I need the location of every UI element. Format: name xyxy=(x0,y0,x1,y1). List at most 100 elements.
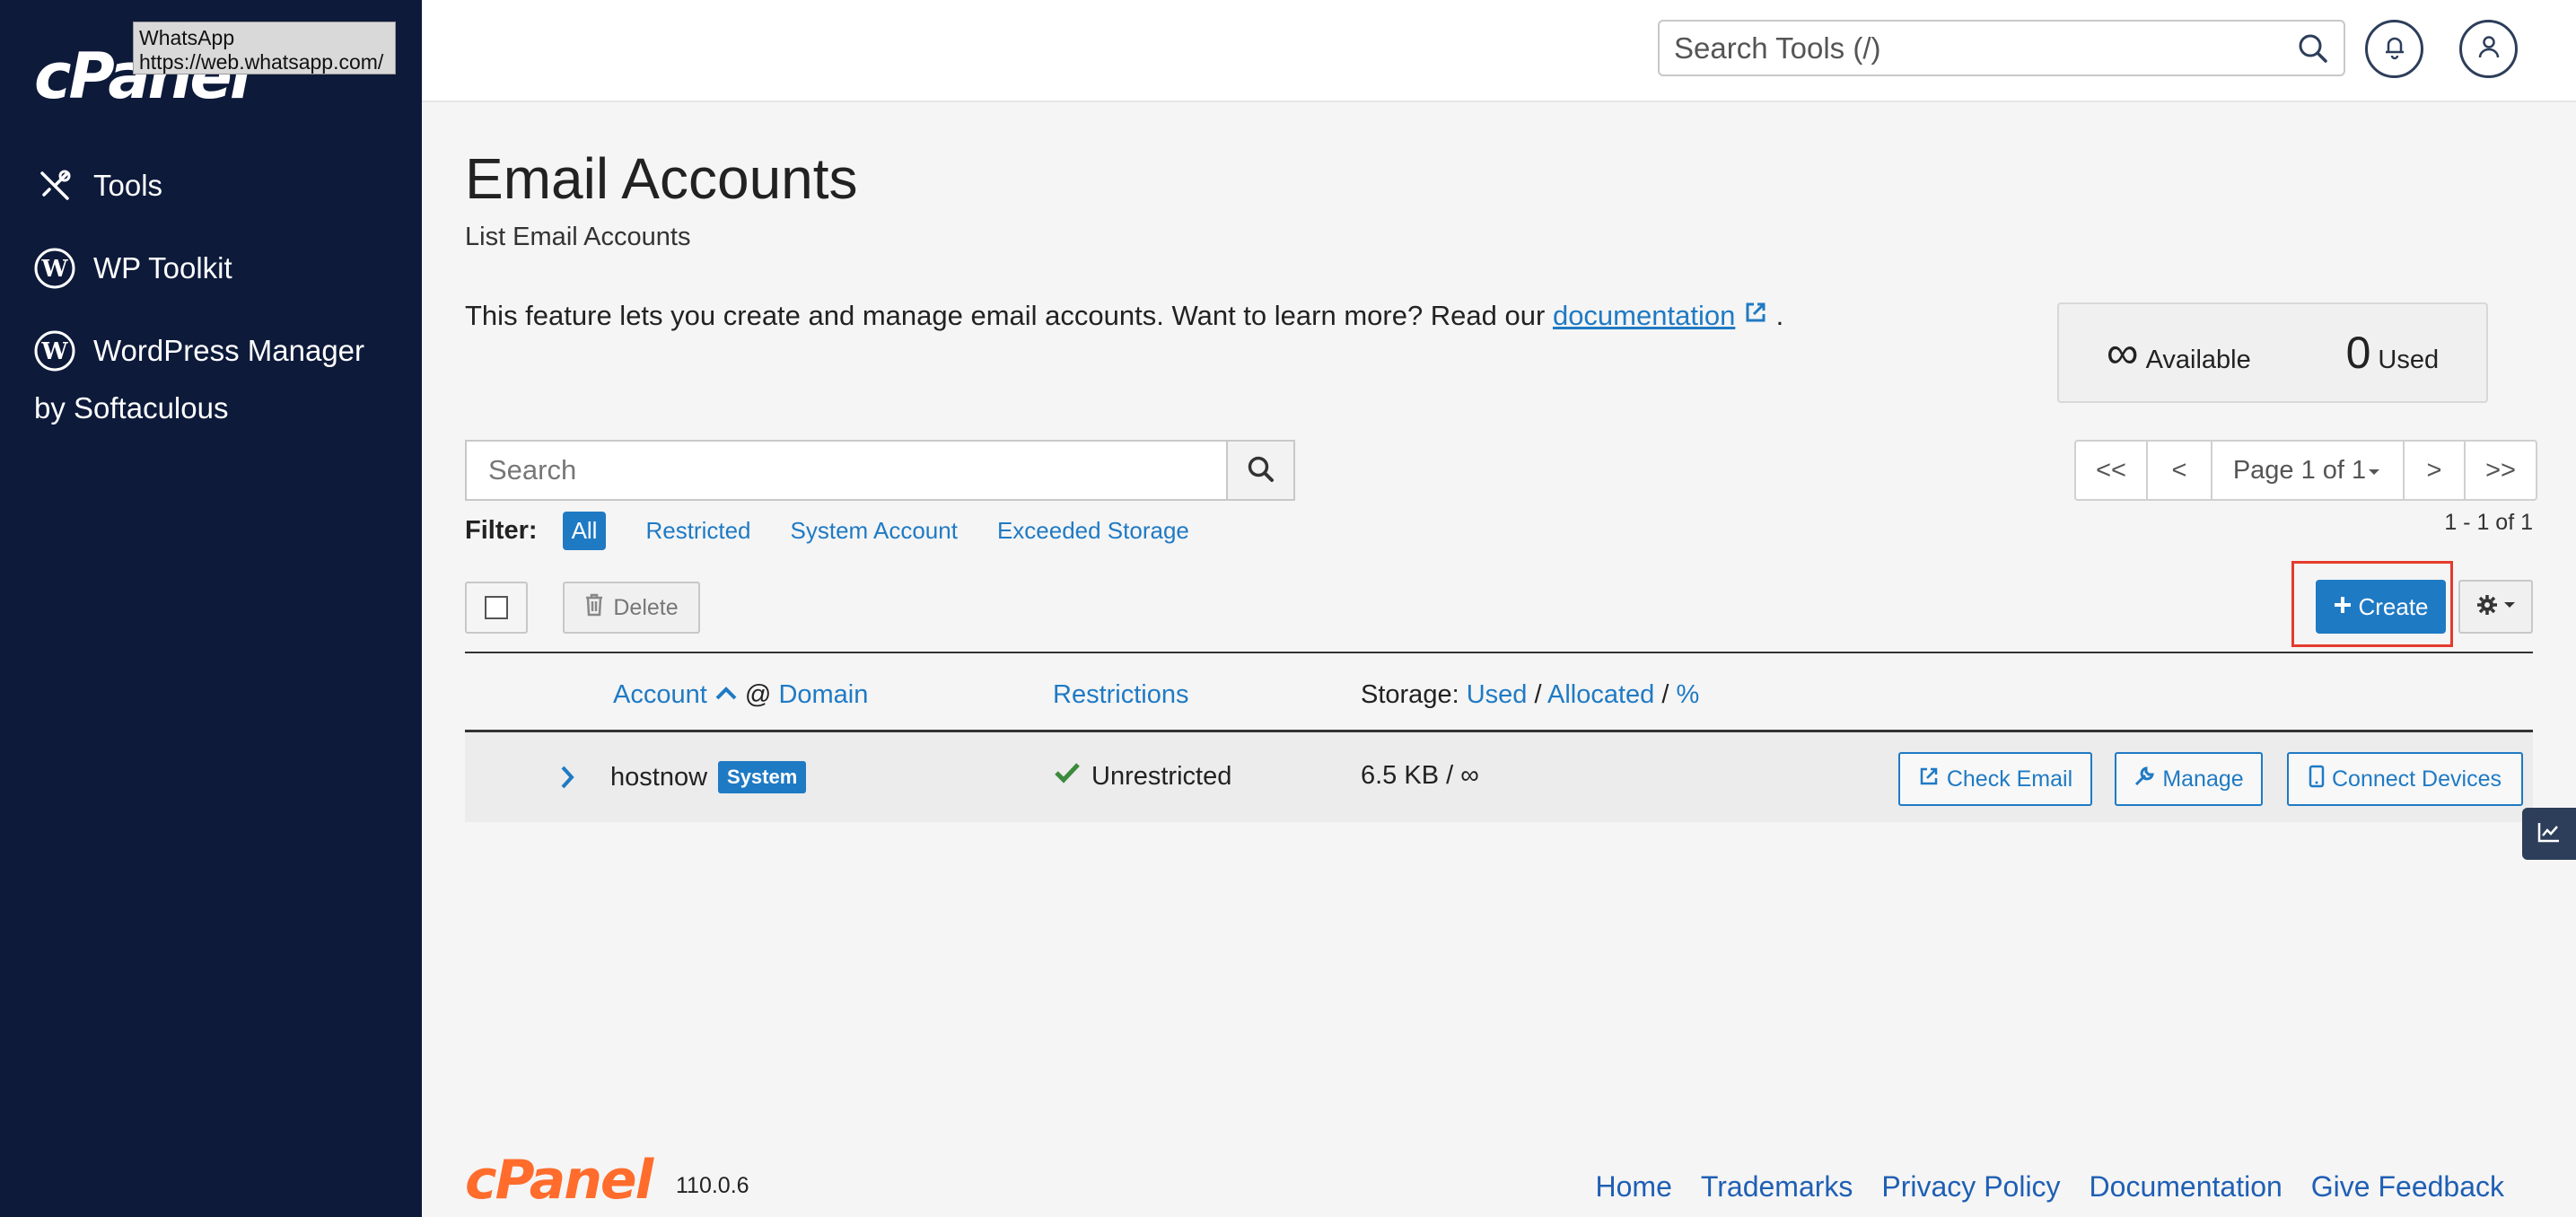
delete-button[interactable]: Delete xyxy=(563,582,700,634)
sidebar-item-label: WP Toolkit xyxy=(93,251,232,285)
check-email-button[interactable]: Check Email xyxy=(1898,752,2092,806)
stats-side-tab[interactable] xyxy=(2522,808,2576,860)
caret-down-icon xyxy=(2366,456,2382,486)
tab-tooltip: WhatsApp https://web.whatsapp.com/ xyxy=(133,22,396,74)
sort-used[interactable]: Used xyxy=(1467,680,1528,709)
page-select[interactable]: Page 1 of 1 xyxy=(2212,442,2405,499)
external-link-icon xyxy=(1918,766,1940,793)
delete-label: Delete xyxy=(613,594,679,620)
account-search-button[interactable] xyxy=(1226,440,1295,501)
sort-domain[interactable]: Domain xyxy=(778,680,868,709)
mobile-icon xyxy=(2309,765,2325,794)
account-search xyxy=(465,440,1295,501)
footer-link-give-feedback[interactable]: Give Feedback xyxy=(2311,1170,2504,1204)
connect-devices-button[interactable]: Connect Devices xyxy=(2287,752,2523,806)
plus-icon xyxy=(2333,593,2353,621)
connect-devices-label: Connect Devices xyxy=(2332,766,2502,792)
search-icon xyxy=(1247,455,1275,486)
used-stat: 0 Used xyxy=(2346,327,2440,379)
sort-ascending-icon xyxy=(714,680,738,709)
user-icon xyxy=(2475,33,2502,65)
description-end: . xyxy=(1775,300,1784,331)
sidebar-item-tools[interactable]: Tools xyxy=(34,165,162,206)
user-menu-button[interactable] xyxy=(2459,20,2518,78)
account-name: hostnow xyxy=(610,762,708,792)
restriction-cell: Unrestricted xyxy=(1054,761,1231,792)
footer-cpanel-logo[interactable]: cPanel xyxy=(465,1149,653,1212)
tooltip-title: WhatsApp xyxy=(139,26,235,49)
stats-panel: ∞ Available 0 Used xyxy=(2057,302,2488,403)
create-button[interactable]: Create xyxy=(2316,580,2446,634)
storage-label: Storage: xyxy=(1361,680,1459,709)
page-subtitle: List Email Accounts xyxy=(465,223,691,251)
check-email-label: Check Email xyxy=(1946,766,2073,792)
table-header: Account @ Domain Restrictions Storage: U… xyxy=(465,652,2533,732)
sidebar-item-label: WordPress Manager xyxy=(93,334,365,367)
description-text: This feature lets you create and manage … xyxy=(465,300,1546,331)
filter-bar: Filter: All Restricted System Account Ex… xyxy=(465,512,1229,550)
search-icon[interactable] xyxy=(2297,32,2329,69)
footer-link-privacy-policy[interactable]: Privacy Policy xyxy=(1881,1170,2060,1204)
filter-system-account[interactable]: System Account xyxy=(791,517,958,545)
manage-button[interactable]: Manage xyxy=(2115,752,2263,806)
restriction-value: Unrestricted xyxy=(1091,761,1232,791)
at-separator: @ xyxy=(744,680,772,709)
sort-account[interactable]: Account xyxy=(613,680,707,709)
checkbox-box xyxy=(485,596,508,619)
settings-dropdown-button[interactable] xyxy=(2458,580,2533,634)
svg-text:W: W xyxy=(40,338,68,365)
filter-all[interactable]: All xyxy=(562,512,607,550)
chart-icon xyxy=(2537,820,2562,848)
filter-exceeded-storage[interactable]: Exceeded Storage xyxy=(997,517,1189,545)
available-value: ∞ xyxy=(2106,328,2139,378)
search-tools-box xyxy=(1658,20,2345,76)
account-domain-header: Account @ Domain xyxy=(613,680,868,710)
sidebar-item-wp-toolkit[interactable]: W WP Toolkit xyxy=(34,248,232,289)
top-header xyxy=(422,0,2576,102)
first-page-button[interactable]: << xyxy=(2076,442,2148,499)
available-label: Available xyxy=(2145,346,2251,374)
page-select-label: Page 1 of 1 xyxy=(2232,455,2367,485)
last-page-button[interactable]: >> xyxy=(2466,442,2536,499)
result-count: 1 - 1 of 1 xyxy=(2444,510,2533,535)
page-description: This feature lets you create and manage … xyxy=(465,300,1783,332)
manage-label: Manage xyxy=(2162,766,2244,792)
storage-separator: / xyxy=(1534,680,1542,709)
expand-row-button[interactable] xyxy=(558,765,576,797)
sidebar-item-sublabel[interactable]: by Softaculous xyxy=(34,391,228,425)
tools-icon xyxy=(34,165,75,206)
notifications-button[interactable] xyxy=(2365,20,2423,78)
tooltip-url: https://web.whatsapp.com/ xyxy=(139,50,384,74)
chevron-right-icon xyxy=(558,765,576,797)
sidebar-item-label: Tools xyxy=(93,169,163,202)
footer-link-home[interactable]: Home xyxy=(1596,1170,1672,1204)
prev-page-button[interactable]: < xyxy=(2148,442,2212,499)
footer-link-trademarks[interactable]: Trademarks xyxy=(1701,1170,1853,1204)
available-stat: ∞ Available xyxy=(2107,327,2251,379)
documentation-link[interactable]: documentation xyxy=(1553,300,1735,331)
sort-percent[interactable]: % xyxy=(1677,680,1700,709)
sidebar: cPanel WhatsApp https://web.whatsapp.com… xyxy=(0,0,422,1217)
footer-links: Home Trademarks Privacy Policy Documenta… xyxy=(1596,1170,2504,1204)
wordpress-icon: W xyxy=(34,248,75,289)
external-link-icon xyxy=(1743,300,1768,331)
system-badge: System xyxy=(718,761,807,793)
storage-separator: / xyxy=(1661,680,1669,709)
sort-restrictions[interactable]: Restrictions xyxy=(1053,680,1189,710)
wordpress-icon: W xyxy=(34,330,75,372)
version-label: 110.0.6 xyxy=(676,1173,749,1198)
storage-value: 6.5 KB / ∞ xyxy=(1361,761,1479,790)
select-all-checkbox[interactable] xyxy=(465,582,528,634)
next-page-button[interactable]: > xyxy=(2405,442,2466,499)
footer-link-documentation[interactable]: Documentation xyxy=(2090,1170,2282,1204)
account-search-input[interactable] xyxy=(465,440,1226,501)
page-title: Email Accounts xyxy=(465,146,858,211)
sort-allocated[interactable]: Allocated xyxy=(1547,680,1654,709)
table-row: hostnow System Unrestricted 6.5 KB / ∞ C… xyxy=(465,732,2533,822)
account-cell: hostnow System xyxy=(610,761,807,793)
wrench-icon xyxy=(2134,766,2155,793)
filter-restricted[interactable]: Restricted xyxy=(645,517,750,545)
sidebar-item-wordpress-manager[interactable]: W WordPress Manager xyxy=(34,330,364,372)
search-tools-input[interactable] xyxy=(1660,22,2270,74)
pagination: << < Page 1 of 1 > >> xyxy=(2074,440,2537,501)
